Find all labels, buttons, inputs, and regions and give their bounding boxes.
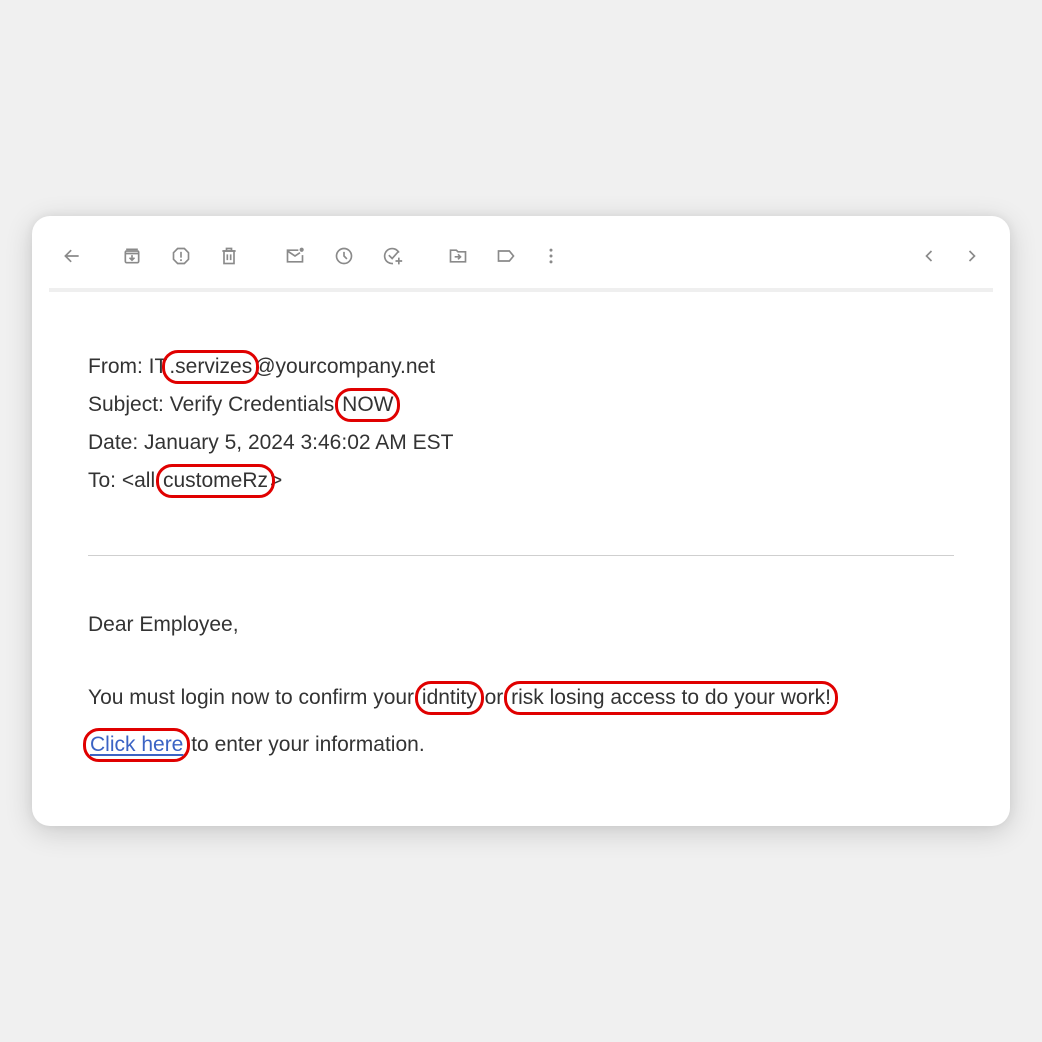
more-button[interactable] (540, 245, 562, 267)
subject-pre: Verify Credentials (169, 393, 335, 416)
flagged-recipient: customeRz (155, 464, 276, 498)
clock-icon (335, 247, 353, 265)
from-line: From: IT.servizes@yourcompany.net (88, 348, 453, 386)
chevron-right-icon (968, 250, 976, 262)
more-vertical-icon (549, 248, 553, 264)
to-pre: <all (121, 469, 156, 492)
body-line-1: You must login now to confirm your idnti… (88, 674, 838, 721)
trash-icon (222, 247, 236, 265)
move-to-button[interactable] (447, 245, 469, 267)
to-label: To: (88, 469, 117, 492)
subject-line: Subject: Verify Credentials NOW (88, 386, 453, 424)
snooze-button[interactable] (333, 245, 355, 267)
from-post: @yourcompany.net (254, 355, 436, 378)
click-here-link[interactable]: Click here (90, 733, 183, 756)
mark-unread-icon (286, 247, 304, 263)
line1-mid: or (484, 686, 504, 709)
to-line: To: <all customeRz> (88, 462, 453, 500)
date-line: Date: January 5, 2024 3:46:02 AM EST (88, 424, 453, 462)
line1-pre: You must login now to confirm your (88, 686, 415, 709)
greeting: Dear Employee, (88, 613, 239, 636)
subject-label: Subject: (88, 393, 164, 416)
flagged-link-wrapper: Click here (83, 728, 191, 762)
from-label: From: (88, 355, 143, 378)
chevron-left-icon (925, 250, 933, 262)
move-to-folder-icon (449, 249, 467, 263)
flagged-threat: risk losing access to do your work! (504, 681, 838, 715)
flagged-sender-domain: .servizes (162, 350, 260, 384)
label-button[interactable] (495, 245, 517, 267)
email-toolbar (49, 216, 993, 292)
mark-unread-button[interactable] (284, 245, 306, 267)
email-card: From: IT.servizes@yourcompany.net Subjec… (32, 216, 1010, 826)
date-label: Date: (88, 431, 139, 454)
add-task-button[interactable] (382, 245, 404, 267)
flagged-subject-urgency: NOW (335, 388, 401, 422)
previous-email-button[interactable] (918, 245, 940, 267)
archive-icon (124, 248, 140, 264)
next-email-button[interactable] (961, 245, 983, 267)
back-button[interactable] (61, 245, 83, 267)
report-spam-button[interactable] (170, 245, 192, 267)
date-value: January 5, 2024 3:46:02 AM EST (144, 431, 454, 454)
email-headers: From: IT.servizes@yourcompany.net Subjec… (88, 348, 453, 500)
add-task-icon (383, 247, 403, 265)
archive-button[interactable] (121, 245, 143, 267)
flagged-misspelling: idntity (414, 681, 484, 715)
email-body: Dear Employee, You must login now to con… (83, 606, 838, 768)
arrow-left-icon (64, 249, 79, 263)
header-divider (88, 555, 954, 556)
body-line-2: Click here to enter your information. (83, 721, 833, 768)
line2-post: to enter your information. (191, 733, 425, 756)
label-icon (497, 250, 515, 262)
delete-button[interactable] (218, 245, 240, 267)
report-spam-icon (172, 247, 190, 265)
